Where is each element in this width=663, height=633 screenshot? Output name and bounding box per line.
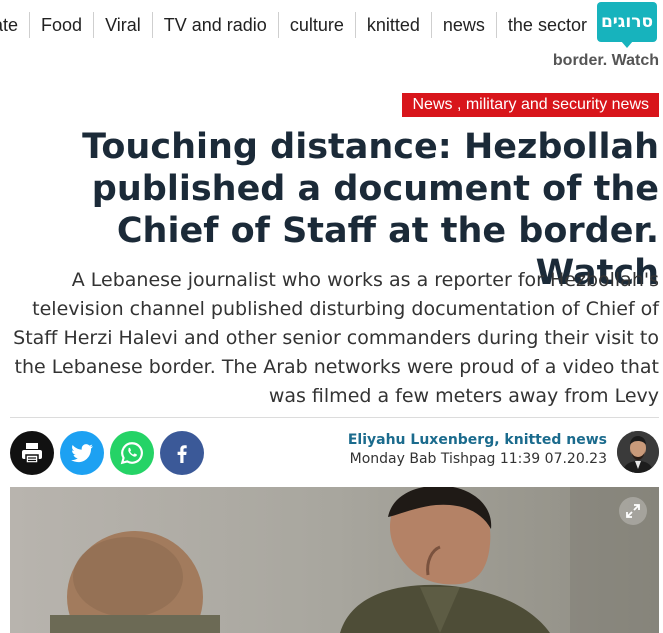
nav-item-viral[interactable]: Viral [93,12,152,38]
author-block: Eliyahu Luxenberg, knitted news Monday B… [348,432,607,467]
nav-item-news[interactable]: news [430,12,496,38]
nav-item-culture[interactable]: culture [277,12,355,38]
whatsapp-share-button[interactable] [110,431,154,475]
nav-item-estate[interactable]: ate [0,12,29,38]
print-button[interactable] [10,431,54,475]
nav-item-knitted[interactable]: knitted [354,12,431,38]
hero-photo [10,487,659,633]
author-name[interactable]: Eliyahu Luxenberg, knitted news [348,432,607,448]
twitter-icon [71,444,93,463]
facebook-icon [177,445,187,463]
expand-icon [626,504,640,518]
expand-button[interactable] [619,497,647,525]
category-badge[interactable]: News , military and security news [402,93,659,117]
top-nav: ate Food Viral TV and radio culture knit… [0,0,663,50]
nav-item-sector[interactable]: the sector [495,12,598,38]
facebook-share-button[interactable] [160,431,204,475]
publish-date: Monday Bab Tishpag 11:39 07.20.23 [349,451,607,467]
share-bar [10,431,204,475]
sticky-article-title: border. Watch [552,52,659,69]
author-photo [617,431,659,473]
hero-image[interactable] [10,487,659,633]
divider [10,417,659,418]
nav-item-food[interactable]: Food [29,12,93,38]
site-logo[interactable]: סרוגים [597,2,657,48]
nav-menu: ate Food Viral TV and radio culture knit… [0,12,598,38]
print-icon [22,443,42,464]
article-subtitle: A Lebanese journalist who works as a rep… [13,269,659,407]
whatsapp-icon [120,442,143,465]
twitter-share-button[interactable] [60,431,104,475]
avatar[interactable] [617,431,659,473]
nav-item-tv-radio[interactable]: TV and radio [151,12,278,38]
